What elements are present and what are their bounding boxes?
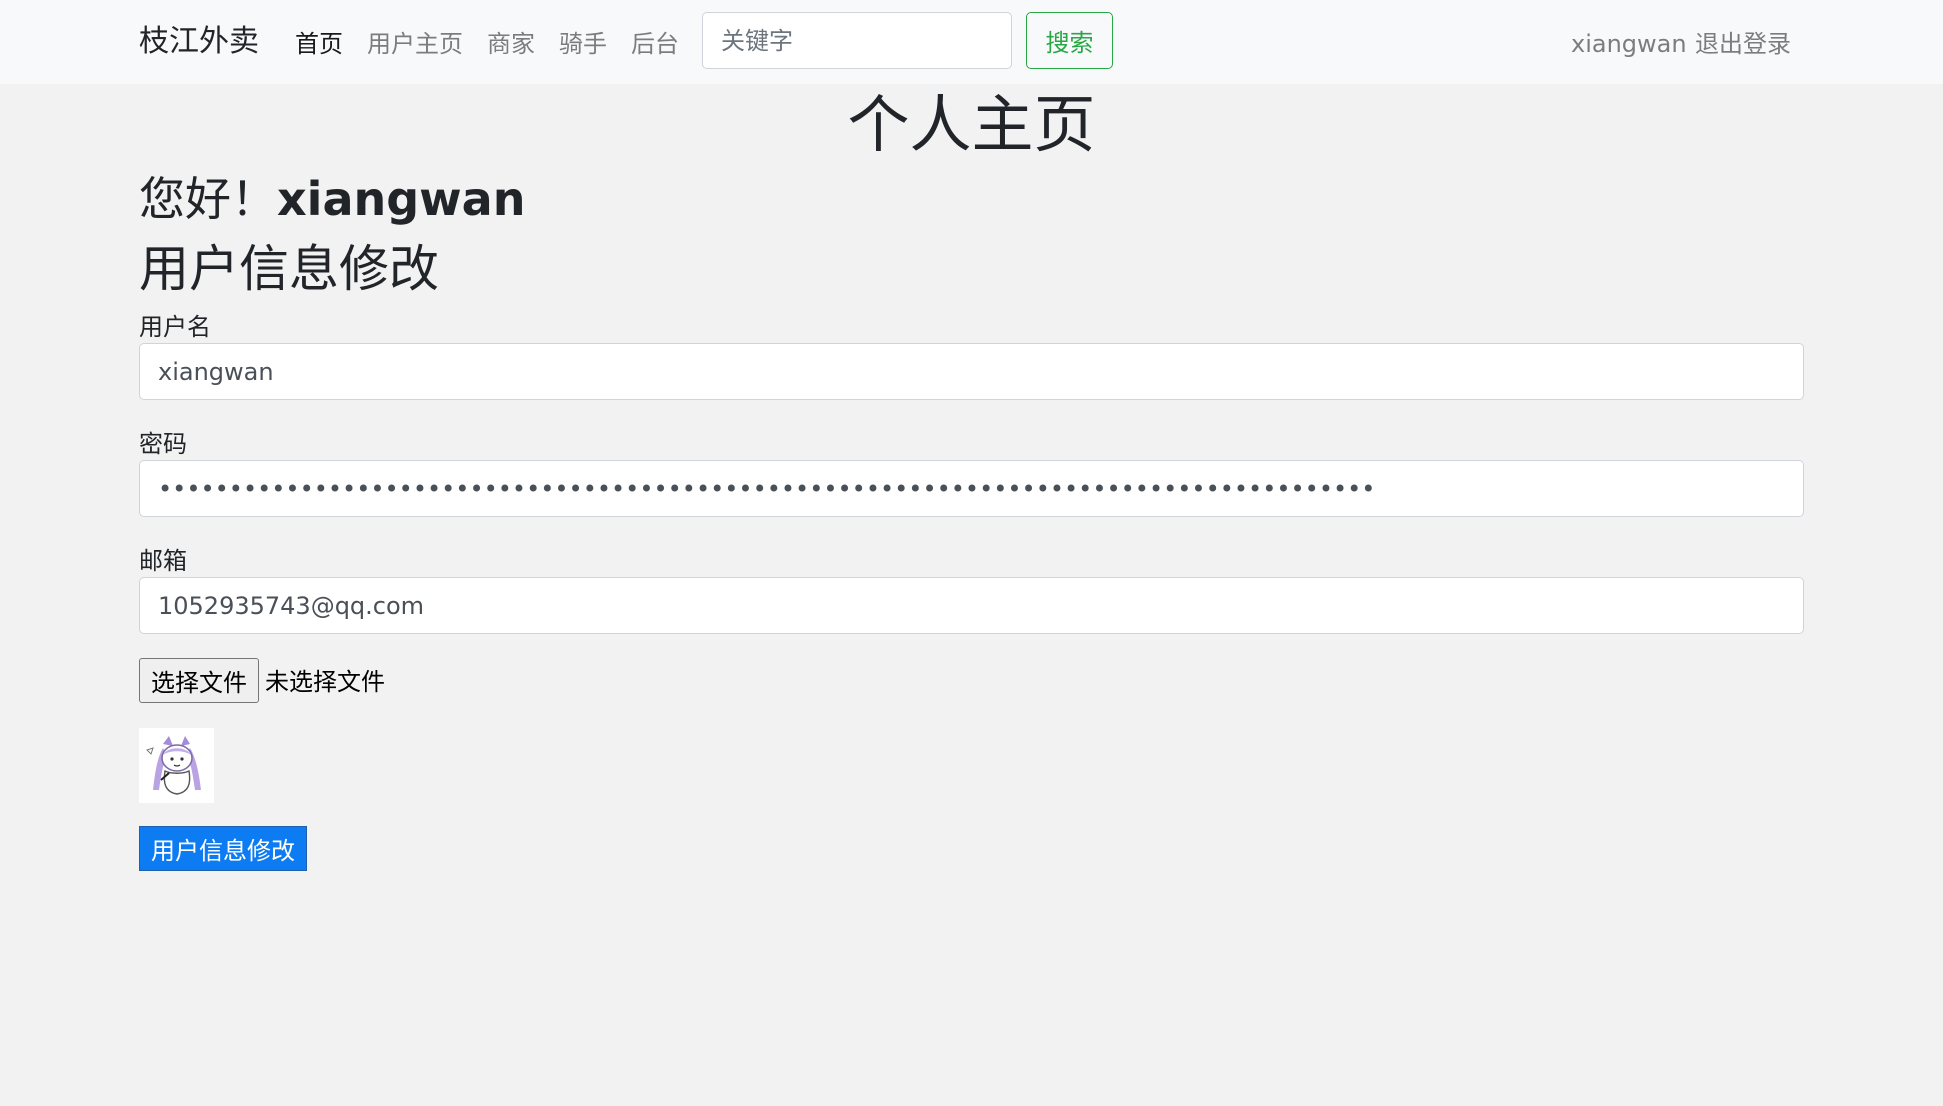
avatar [139,728,214,803]
search-button[interactable]: 搜索 [1026,12,1113,69]
username-label: 用户名 [139,313,211,341]
brand-logo-text[interactable]: 枝江外卖 [139,22,259,62]
nav-link-rider[interactable]: 骑手 [559,24,607,64]
nav-link-admin[interactable]: 后台 [631,24,679,64]
search-input[interactable] [702,12,1012,69]
section-title: 用户信息修改 [139,240,439,298]
nav-link-merchant[interactable]: 商家 [487,24,535,64]
nav-link-user-home[interactable]: 用户主页 [367,24,463,64]
username-field[interactable] [139,343,1804,400]
logout-link[interactable]: 退出登录 [1695,24,1791,64]
choose-file-button[interactable]: 选择文件 [139,658,259,703]
file-status-text: 未选择文件 [265,668,385,696]
page-title: 个人主页 [847,88,1096,161]
greeting-username: xiangwan [277,172,526,226]
greeting-heading: 您好！xiangwan [139,170,525,228]
email-field[interactable] [139,577,1804,634]
nav-link-home[interactable]: 首页 [295,24,343,64]
password-field[interactable] [139,460,1804,517]
email-label: 邮箱 [139,547,187,575]
top-navbar: 枝江外卖 首页 用户主页 商家 骑手 后台 搜索 xiangwan 退出登录 [0,0,1943,84]
password-label: 密码 [139,430,187,458]
submit-user-info-button[interactable]: 用户信息修改 [139,826,307,871]
avatar-illustration-icon [139,728,214,803]
nav-username-link[interactable]: xiangwan [1571,24,1687,64]
greeting-prefix: 您好！ [139,172,277,226]
